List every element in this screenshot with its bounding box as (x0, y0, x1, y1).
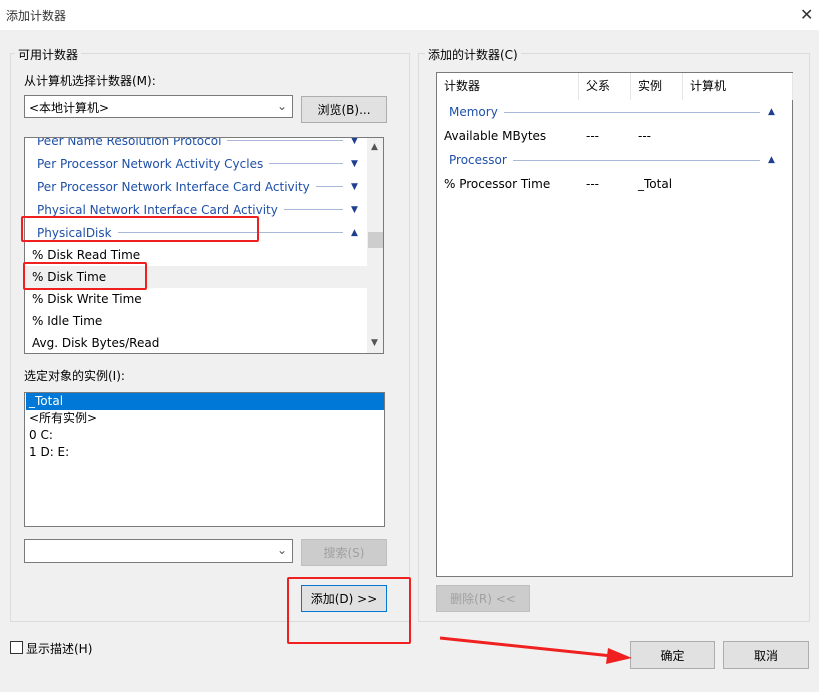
annotation-arrow (439, 636, 632, 664)
